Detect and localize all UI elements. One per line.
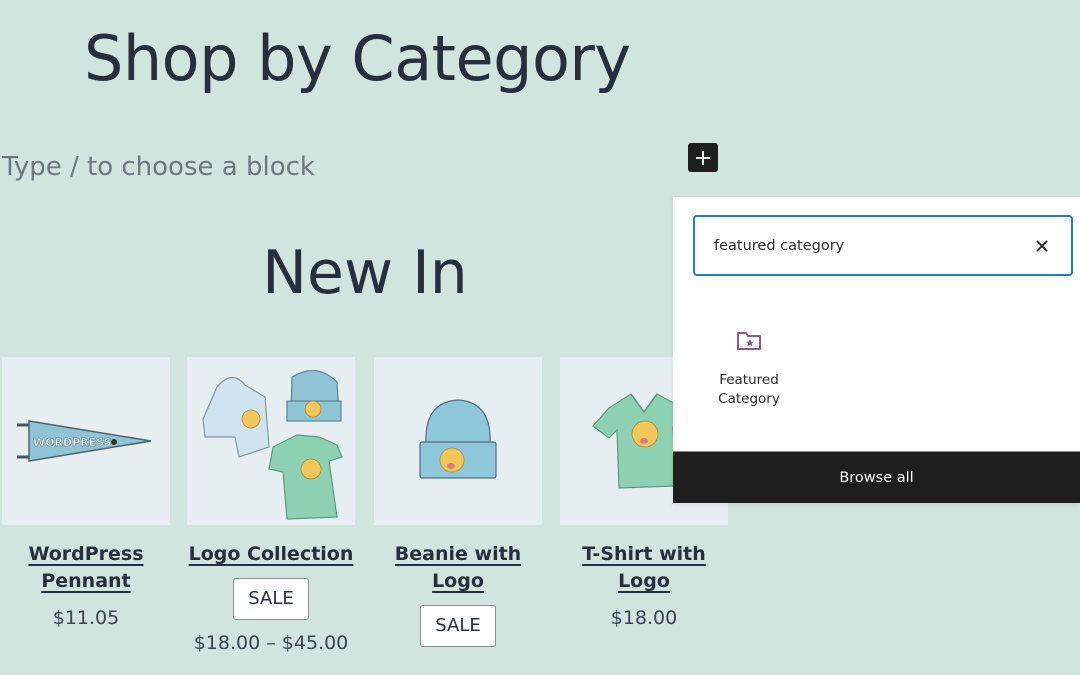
block-search-box [693, 215, 1073, 276]
product-card: Beanie with Logo SALE [374, 357, 542, 647]
block-result-featured-category[interactable]: Featured Category [709, 329, 789, 409]
product-name[interactable]: T-Shirt with Logo [560, 541, 728, 595]
beanie-image [419, 399, 497, 479]
product-price: $18.00 [610, 607, 678, 629]
product-image[interactable]: WORDPRESS [2, 357, 170, 525]
block-result-label: Featured Category [718, 372, 780, 407]
clear-search-button[interactable] [1031, 235, 1053, 257]
svg-text:WORDPRESS: WORDPRESS [33, 436, 112, 449]
product-price: $18.00 – $45.00 [193, 632, 349, 654]
product-card: WORDPRESS WordPress Pennant $11.05 [2, 357, 170, 629]
product-price: $11.05 [52, 607, 120, 629]
product-image[interactable] [374, 357, 542, 525]
block-search-input[interactable] [714, 237, 1014, 254]
plus-icon [696, 150, 710, 165]
logo-collection-image [202, 370, 343, 520]
sale-badge: SALE [420, 605, 496, 647]
block-placeholder[interactable]: Type / to choose a block [2, 152, 315, 182]
page-title[interactable]: Shop by Category [84, 22, 631, 95]
block-inserter-popover: Featured Category Browse all [673, 197, 1080, 503]
product-card: Logo Collection SALE $18.00 – $45.00 [187, 357, 355, 654]
sale-badge: SALE [233, 578, 309, 620]
block-inserter-toggle-button[interactable] [688, 143, 718, 172]
pennant-image: WORDPRESS [17, 420, 152, 462]
close-icon [1036, 240, 1048, 252]
product-name[interactable]: Logo Collection [187, 541, 355, 568]
product-image[interactable] [187, 357, 355, 525]
browse-all-button[interactable]: Browse all [673, 451, 1080, 503]
product-name[interactable]: WordPress Pennant [2, 541, 170, 595]
product-name[interactable]: Beanie with Logo [374, 541, 542, 595]
folder-star-icon [737, 332, 761, 350]
section-title[interactable]: New In [0, 238, 730, 308]
